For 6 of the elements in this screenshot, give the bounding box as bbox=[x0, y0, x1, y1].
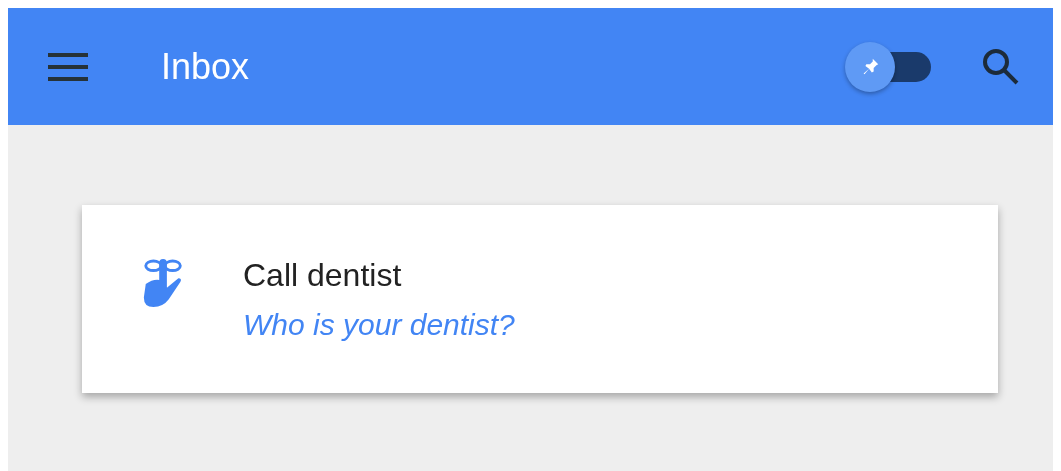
search-icon[interactable] bbox=[981, 46, 1021, 87]
menu-icon[interactable] bbox=[48, 52, 88, 81]
reminder-subtitle[interactable]: Who is your dentist? bbox=[243, 308, 515, 342]
reminder-card[interactable]: Call dentist Who is your dentist? bbox=[82, 205, 998, 393]
inbox-title: Inbox bbox=[161, 45, 250, 88]
reminder-title: Call dentist bbox=[243, 257, 403, 294]
